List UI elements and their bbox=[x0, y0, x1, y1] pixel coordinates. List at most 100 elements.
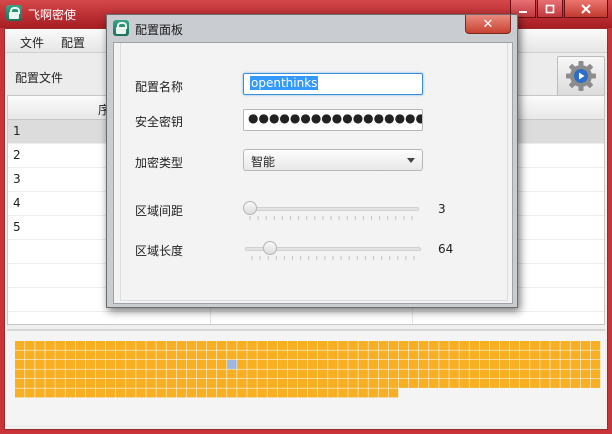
key-label: 安全密钥 bbox=[135, 115, 184, 129]
slider-thumb[interactable] bbox=[243, 201, 257, 215]
config-name-input[interactable]: openthinks bbox=[243, 73, 423, 95]
grid-cell bbox=[530, 341, 540, 350]
menu-file[interactable]: 文件 bbox=[20, 34, 44, 51]
length-label: 区域长度 bbox=[135, 244, 184, 258]
grid-cell bbox=[257, 388, 267, 398]
grid-cell bbox=[408, 360, 419, 369]
grid-cell bbox=[35, 388, 45, 398]
dialog-titlebar[interactable]: 配置面板 ✕ bbox=[107, 15, 517, 41]
grid-cell bbox=[297, 360, 308, 369]
grid-cell bbox=[509, 379, 520, 388]
grid-cell bbox=[287, 369, 298, 379]
spacing-slider[interactable] bbox=[243, 200, 419, 220]
grid-cell bbox=[186, 350, 197, 360]
grid-cell bbox=[206, 350, 217, 360]
grid-cell bbox=[449, 350, 459, 360]
slider-thumb[interactable] bbox=[262, 241, 277, 255]
settings-button[interactable] bbox=[557, 56, 605, 96]
grid-cell bbox=[116, 350, 126, 360]
grid-cell bbox=[287, 350, 298, 360]
grid-cell bbox=[489, 341, 500, 350]
grid-cell bbox=[439, 360, 449, 369]
grid-cell bbox=[398, 360, 409, 369]
grid-cell bbox=[419, 350, 429, 360]
grid-cell bbox=[358, 360, 368, 369]
grid-cell bbox=[146, 388, 156, 398]
grid-cell bbox=[166, 379, 176, 388]
grid-cell bbox=[227, 341, 237, 350]
grid-cell bbox=[560, 350, 570, 360]
grid-cell bbox=[318, 379, 328, 388]
grid-cell bbox=[509, 350, 520, 360]
grid-cell bbox=[136, 350, 146, 360]
grid-cell bbox=[439, 350, 449, 360]
grid-cell bbox=[267, 388, 277, 398]
close-button[interactable] bbox=[564, 0, 608, 18]
grid-cell bbox=[95, 369, 106, 379]
grid-cell bbox=[116, 360, 126, 369]
grid-cell bbox=[217, 388, 227, 398]
block-grid bbox=[15, 341, 601, 398]
grid-cell bbox=[348, 369, 358, 379]
grid-cell bbox=[419, 341, 429, 350]
grid-cell bbox=[146, 350, 156, 360]
grid-cell bbox=[55, 388, 65, 398]
grid-cell bbox=[287, 360, 298, 369]
grid-cell bbox=[570, 350, 580, 360]
menu-config[interactable]: 配置 bbox=[61, 34, 85, 51]
grid-cell bbox=[580, 379, 591, 388]
grid-cell bbox=[378, 350, 389, 360]
grid-cell bbox=[318, 369, 328, 379]
security-key-input[interactable]: ●●●●●●●●●●●●●●●●●●●●●●●● bbox=[243, 109, 423, 131]
grid-cell bbox=[378, 388, 389, 398]
grid-cell bbox=[237, 379, 247, 388]
grid-cell bbox=[358, 388, 368, 398]
row-index: 1 bbox=[13, 124, 21, 138]
grid-cell bbox=[590, 360, 601, 369]
spacing-label: 区域间距 bbox=[135, 204, 184, 218]
grid-cell bbox=[449, 341, 459, 350]
grid-cell bbox=[489, 360, 500, 369]
grid-cell bbox=[368, 369, 378, 379]
grid-cell bbox=[267, 350, 277, 360]
grid-cell bbox=[85, 379, 96, 388]
grid-cell bbox=[247, 350, 257, 360]
grid-cell bbox=[237, 350, 247, 360]
grid-cell bbox=[257, 341, 267, 350]
grid-cell bbox=[277, 379, 288, 388]
grid-cell bbox=[25, 341, 35, 350]
grid-cell bbox=[499, 341, 510, 350]
grid-cell bbox=[489, 350, 500, 360]
grid-cell bbox=[590, 341, 601, 350]
grid-cell bbox=[348, 360, 358, 369]
window-controls bbox=[509, 0, 608, 18]
length-slider[interactable] bbox=[245, 240, 421, 260]
grid-cell bbox=[297, 341, 308, 350]
config-dialog: 配置面板 ✕ 配置名称 openthinks 安全密钥 ●●●●●●●●●●●●… bbox=[106, 14, 518, 308]
grid-cell bbox=[338, 379, 348, 388]
grid-cell bbox=[65, 369, 75, 379]
grid-cell bbox=[227, 350, 237, 360]
grid-cell bbox=[419, 369, 429, 379]
grid-cell bbox=[176, 360, 187, 369]
grid-cell bbox=[348, 350, 358, 360]
grid-cell bbox=[388, 360, 399, 369]
encryption-type-select[interactable]: 智能 bbox=[243, 149, 423, 171]
grid-cell bbox=[206, 369, 217, 379]
grid-cell bbox=[520, 379, 530, 388]
grid-cell bbox=[267, 369, 277, 379]
grid-cell bbox=[368, 341, 378, 350]
gear-icon bbox=[566, 61, 596, 91]
grid-cell bbox=[105, 388, 116, 398]
grid-cell bbox=[338, 388, 348, 398]
grid-cell bbox=[237, 341, 247, 350]
name-label: 配置名称 bbox=[135, 80, 184, 94]
grid-cell bbox=[348, 388, 358, 398]
maximize-button[interactable] bbox=[537, 0, 563, 18]
grid-cell bbox=[429, 360, 439, 369]
dialog-close-button[interactable]: ✕ bbox=[465, 15, 511, 34]
grid-cell bbox=[267, 360, 277, 369]
grid-cell bbox=[196, 388, 207, 398]
row-index: 3 bbox=[13, 172, 21, 186]
grid-cell bbox=[85, 360, 96, 369]
